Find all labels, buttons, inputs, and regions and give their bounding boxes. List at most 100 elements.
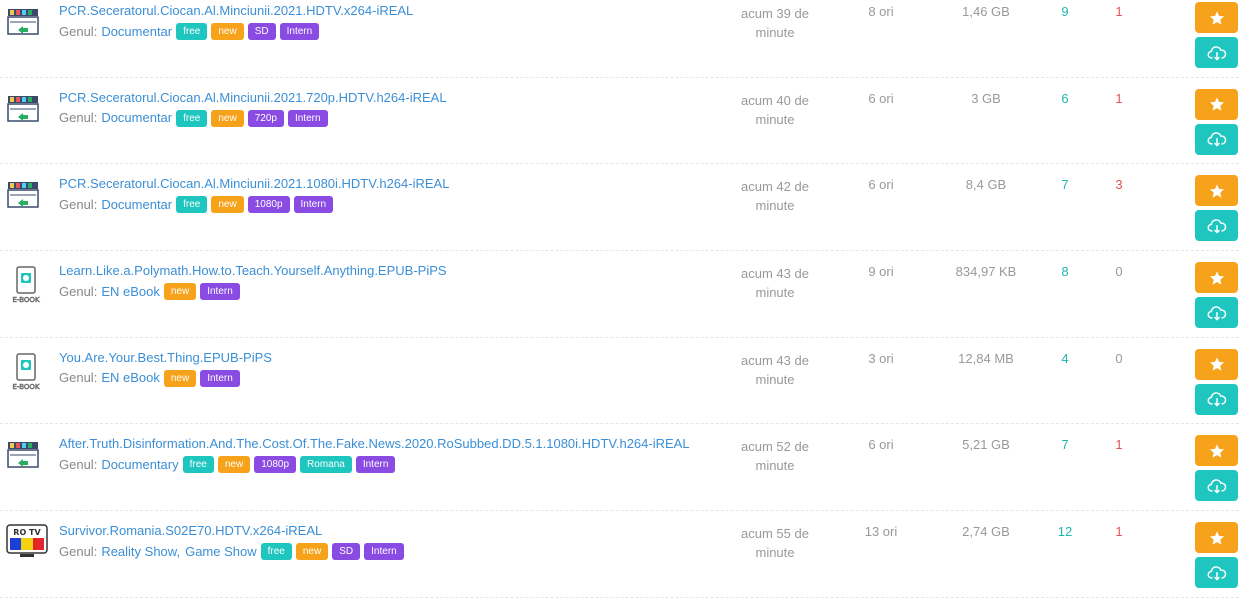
leechers-count[interactable]: 1	[1104, 4, 1134, 19]
tag-new: new	[295, 543, 329, 561]
file-size: 2,74 GB	[962, 524, 1010, 540]
added-time: acum 39 de minute	[724, 4, 826, 42]
genre-link[interactable]: Reality Show	[101, 544, 176, 559]
tv-hd-category-icon[interactable]	[6, 437, 40, 471]
tv-hd-category-icon[interactable]	[6, 4, 40, 38]
added-time-line1: acum 52 de	[741, 439, 809, 455]
tag-new: new	[163, 283, 197, 301]
bookmark-button[interactable]	[1195, 435, 1238, 467]
torrent-row: After.Truth.Disinformation.And.The.Cost.…	[0, 424, 1239, 512]
added-time-line1: acum 55 de	[741, 526, 809, 542]
genre-label: Genul:	[59, 283, 98, 299]
torrent-title-link[interactable]: PCR.Seceratorul.Ciocan.Al.Minciunii.2021…	[59, 3, 413, 18]
file-size: 3 GB	[971, 90, 1001, 106]
leechers-count[interactable]: 1	[1104, 524, 1134, 539]
genre-link[interactable]: EN eBook	[101, 284, 160, 299]
torrent-title-link[interactable]: Survivor.Romania.S02E70.HDTV.x264-iREAL	[59, 523, 322, 538]
tag-q: 720p	[247, 109, 284, 127]
file-size: 8,4 GB	[965, 177, 1007, 193]
added-time-line2: minute	[755, 25, 795, 40]
ro-tv-category-icon[interactable]: RO TV	[6, 524, 48, 558]
genre-line: Genul: EN eBook new Intern	[59, 369, 240, 387]
bookmark-button[interactable]	[1195, 175, 1238, 207]
genre-link[interactable]: Game Show	[185, 544, 257, 559]
snatched-count: 13 ori	[864, 524, 898, 540]
download-button[interactable]	[1195, 123, 1238, 155]
snatched-count: 6 ori	[868, 90, 894, 106]
tag-intern: Intern	[355, 456, 396, 474]
download-button[interactable]	[1195, 557, 1238, 589]
genre-link[interactable]: EN eBook	[101, 370, 160, 385]
tag-intern: Intern	[200, 369, 240, 387]
genre-label: Genul:	[59, 456, 98, 472]
tag-intern: Intern	[200, 283, 240, 301]
genre-link[interactable]: Documentar	[101, 197, 172, 212]
bookmark-button[interactable]	[1195, 88, 1238, 120]
star-icon	[1209, 444, 1224, 458]
genre-label: Genul:	[59, 196, 98, 212]
tag-list: new Intern	[160, 369, 240, 387]
star-icon	[1209, 184, 1224, 198]
file-size: 5,21 GB	[962, 437, 1010, 453]
torrent-row: E-BOOK Learn.Like.a.Polymath.How.to.Teac…	[0, 251, 1239, 338]
genre-list: EN eBook	[101, 284, 160, 299]
added-time: acum 40 de minute	[724, 91, 826, 129]
added-time-line2: minute	[755, 458, 795, 474]
star-icon	[1209, 270, 1224, 285]
torrent-title-link[interactable]: After.Truth.Disinformation.And.The.Cost.…	[59, 436, 690, 451]
tag-new: new	[211, 23, 244, 40]
genre-link[interactable]: Documentar	[101, 24, 172, 39]
leechers-count[interactable]: 0	[1104, 264, 1134, 279]
download-button[interactable]	[1195, 470, 1238, 502]
torrent-row: RO TV Survivor.Romania.S02E70.HDTV.x264-…	[0, 511, 1239, 598]
genre-list: Documentary	[101, 457, 178, 472]
tv-hd-category-icon[interactable]	[6, 177, 40, 211]
torrent-title-link[interactable]: Learn.Like.a.Polymath.How.to.Teach.Yours…	[59, 263, 447, 278]
added-time: acum 43 de minute	[724, 264, 826, 302]
download-button[interactable]	[1195, 383, 1238, 415]
svg-text:E-BOOK: E-BOOK	[13, 296, 40, 304]
leechers-count[interactable]: 0	[1104, 351, 1134, 366]
seeders-count[interactable]: 7	[1050, 177, 1080, 192]
torrent-title-link[interactable]: You.Are.Your.Best.Thing.EPUB-PiPS	[59, 350, 272, 365]
seeders-count[interactable]: 4	[1050, 351, 1080, 366]
ebook-category-icon[interactable]: E-BOOK	[6, 351, 40, 391]
torrent-title-link[interactable]: PCR.Seceratorul.Ciocan.Al.Minciunii.2021…	[59, 90, 447, 105]
tag-list: new Intern	[160, 282, 240, 301]
tag-intern: Intern	[364, 543, 404, 561]
leechers-count[interactable]: 3	[1104, 177, 1134, 192]
download-button[interactable]	[1195, 297, 1238, 329]
download-button[interactable]	[1195, 210, 1238, 242]
tv-hd-category-icon[interactable]	[6, 91, 40, 125]
tag-intern: Intern	[279, 23, 320, 40]
genre-link[interactable]: Documentar	[101, 110, 172, 125]
genre-label: Genul:	[59, 110, 98, 126]
torrent-row: E-BOOK You.Are.Your.Best.Thing.EPUB-PiPS…	[0, 338, 1239, 425]
added-time-line1: acum 40 de	[741, 92, 809, 108]
download-button[interactable]	[1195, 37, 1238, 68]
snatched-count: 8 ori	[868, 4, 894, 19]
seeders-count[interactable]: 7	[1050, 437, 1080, 452]
added-time-line1: acum 43 de	[741, 266, 809, 282]
genre-link[interactable]: Documentary	[101, 457, 178, 472]
leechers-count[interactable]: 1	[1104, 91, 1134, 106]
seeders-count[interactable]: 12	[1050, 524, 1080, 539]
torrent-row: PCR.Seceratorul.Ciocan.Al.Minciunii.2021…	[0, 0, 1239, 78]
added-time: acum 55 de minute	[724, 524, 826, 562]
cloud-download-icon	[1207, 392, 1226, 407]
bookmark-button[interactable]	[1195, 2, 1238, 33]
torrent-title-link[interactable]: PCR.Seceratorul.Ciocan.Al.Minciunii.2021…	[59, 176, 449, 191]
bookmark-button[interactable]	[1195, 262, 1238, 294]
seeders-count[interactable]: 8	[1050, 264, 1080, 279]
bookmark-button[interactable]	[1195, 522, 1238, 554]
tag-intern: Intern	[287, 109, 328, 127]
seeders-count[interactable]: 9	[1050, 4, 1080, 19]
tag-list: free new SD Intern	[257, 542, 404, 561]
seeders-count[interactable]: 6	[1050, 91, 1080, 106]
ebook-category-icon[interactable]: E-BOOK	[6, 264, 40, 304]
bookmark-button[interactable]	[1195, 348, 1238, 380]
leechers-count[interactable]: 1	[1104, 437, 1134, 452]
tag-romana: Romana	[300, 456, 352, 474]
genre-label: Genul:	[59, 370, 98, 386]
tag-list: free new SD Intern	[172, 22, 320, 40]
